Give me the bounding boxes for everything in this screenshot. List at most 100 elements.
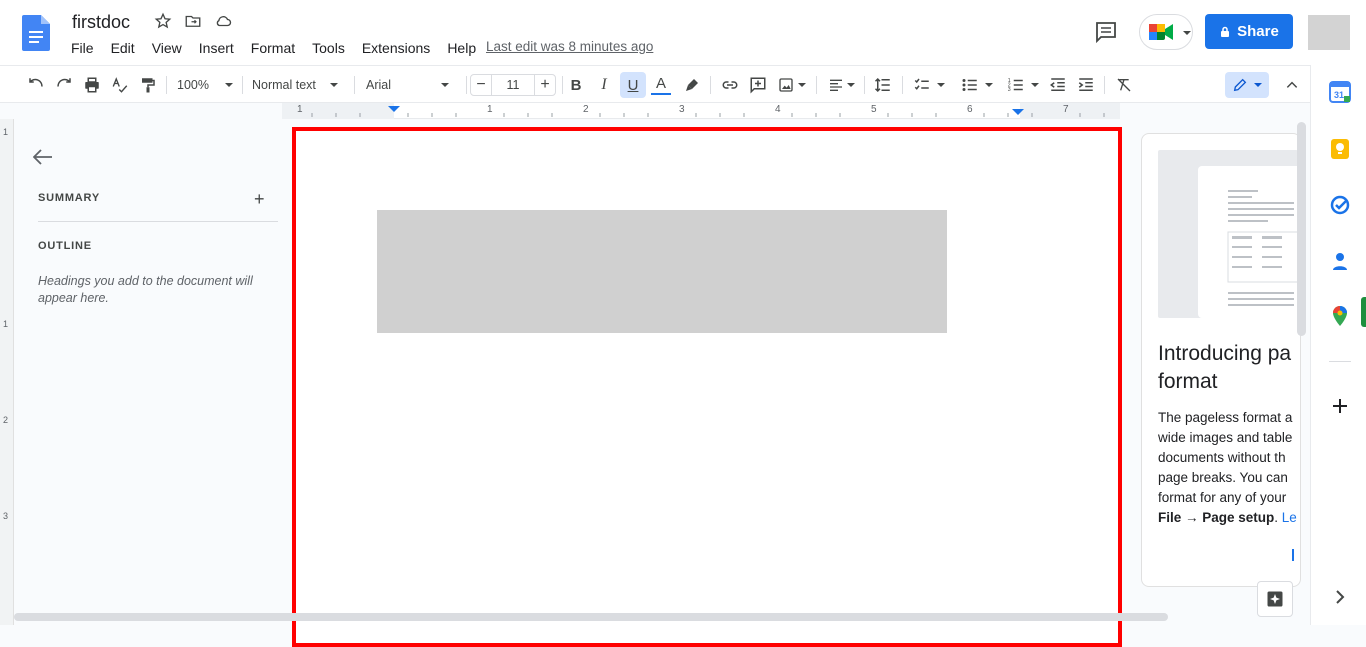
- card-body: The pageless format a wide images and ta…: [1158, 408, 1300, 528]
- cloud-saved-icon[interactable]: [214, 12, 232, 30]
- menu-view[interactable]: View: [143, 38, 190, 56]
- meet-icon: [1149, 24, 1173, 40]
- increase-indent-icon[interactable]: [1076, 75, 1096, 95]
- horizontal-scrollbar[interactable]: [14, 613, 1168, 621]
- svg-text:3: 3: [1008, 87, 1011, 93]
- ruler-label: 4: [775, 104, 781, 115]
- align-icon[interactable]: [826, 75, 856, 95]
- undo-icon[interactable]: [26, 75, 46, 95]
- spellcheck-icon[interactable]: [110, 75, 130, 95]
- clear-formatting-icon[interactable]: [1114, 75, 1134, 95]
- rail-divider: [1329, 361, 1351, 362]
- collapse-menus-icon[interactable]: [1282, 75, 1302, 95]
- insert-image-icon[interactable]: [776, 75, 808, 95]
- panel-divider: [38, 221, 278, 222]
- ruler-label: 2: [583, 104, 589, 115]
- ruler-label: 1: [297, 104, 303, 115]
- vertical-ruler[interactable]: 1 1 2 3: [0, 119, 14, 625]
- get-addons-plus-icon[interactable]: [1329, 395, 1351, 417]
- italic-icon[interactable]: I: [594, 75, 614, 95]
- menu-file[interactable]: File: [62, 38, 102, 56]
- menu-extensions[interactable]: Extensions: [353, 38, 438, 56]
- text-color-icon[interactable]: A: [650, 75, 672, 95]
- lock-icon: [1221, 26, 1230, 37]
- ruler-label: 3: [3, 511, 9, 521]
- highlight-color-icon[interactable]: [682, 75, 702, 95]
- link-icon[interactable]: [720, 75, 740, 95]
- zoom-select[interactable]: 100%: [176, 75, 234, 95]
- paint-format-icon[interactable]: [138, 75, 158, 95]
- menu-insert[interactable]: Insert: [190, 38, 242, 56]
- ruler-label: 5: [871, 104, 877, 115]
- line-spacing-icon[interactable]: [872, 75, 894, 95]
- share-button[interactable]: Share: [1205, 14, 1293, 49]
- last-edit-link[interactable]: Last edit was 8 minutes ago: [486, 39, 653, 54]
- card-link-fragment[interactable]: [1292, 549, 1294, 561]
- ruler-label: 1: [3, 127, 9, 137]
- editing-mode-button[interactable]: [1225, 72, 1269, 98]
- horizontal-ruler[interactable]: 1 1 2 3 4 5 6 7: [282, 103, 1120, 119]
- outline-heading: OUTLINE: [38, 240, 92, 252]
- chevron-down-icon: [441, 83, 450, 87]
- font-size-input[interactable]: 11: [491, 74, 535, 96]
- close-outline-arrow-icon[interactable]: [33, 149, 53, 165]
- menu-edit[interactable]: Edit: [102, 38, 143, 56]
- account-avatar[interactable]: [1308, 15, 1350, 50]
- summary-heading: SUMMARY: [38, 192, 101, 204]
- active-addon-indicator: [1361, 297, 1366, 327]
- menu-bar: File Edit View Insert Format Tools Exten…: [62, 38, 484, 56]
- style-value: Normal text: [252, 78, 316, 92]
- font-select[interactable]: Arial: [366, 75, 460, 95]
- checklist-icon[interactable]: [910, 75, 948, 95]
- star-icon[interactable]: [154, 12, 172, 30]
- maps-icon[interactable]: [1329, 305, 1351, 327]
- redo-icon[interactable]: [54, 75, 74, 95]
- decrease-font-size-button[interactable]: −: [470, 74, 492, 96]
- menu-format[interactable]: Format: [242, 38, 303, 56]
- outline-hint: Headings you add to the document will ap…: [38, 274, 253, 305]
- bulleted-list-icon[interactable]: [958, 75, 996, 95]
- menu-help[interactable]: Help: [438, 38, 484, 56]
- card-body-line: wide images and table: [1158, 430, 1293, 445]
- keep-icon[interactable]: [1329, 138, 1351, 160]
- document-title[interactable]: firstdoc: [72, 12, 130, 33]
- image-placeholder[interactable]: [377, 210, 947, 333]
- style-select[interactable]: Normal text: [252, 75, 346, 95]
- underline-icon[interactable]: U: [620, 72, 646, 98]
- increase-font-size-button[interactable]: +: [534, 74, 556, 96]
- contacts-icon[interactable]: [1329, 250, 1351, 272]
- top-bar: firstdoc File Edit View Insert Format To…: [0, 0, 1366, 65]
- svg-text:31: 31: [1334, 90, 1344, 100]
- add-comment-icon[interactable]: [748, 75, 768, 95]
- add-summary-icon[interactable]: +: [254, 189, 265, 210]
- vertical-scrollbar[interactable]: [1297, 122, 1306, 336]
- explore-button[interactable]: [1257, 581, 1293, 617]
- ruler-label: 1: [3, 319, 9, 329]
- document-page[interactable]: [292, 127, 1122, 647]
- explore-sparkle-icon: [1267, 591, 1283, 607]
- decrease-indent-icon[interactable]: [1048, 75, 1068, 95]
- menu-tools[interactable]: Tools: [303, 38, 353, 56]
- show-side-panel-chevron-icon[interactable]: [1329, 586, 1351, 608]
- bold-icon[interactable]: B: [566, 75, 586, 95]
- meet-button[interactable]: [1139, 14, 1193, 50]
- print-icon[interactable]: [82, 75, 102, 95]
- card-body-line: page breaks. You can: [1158, 470, 1288, 485]
- docs-logo-icon[interactable]: [22, 15, 50, 51]
- tasks-icon[interactable]: [1329, 194, 1351, 216]
- comment-history-icon[interactable]: [1094, 20, 1118, 44]
- numbered-list-icon[interactable]: 123: [1004, 75, 1042, 95]
- move-folder-icon[interactable]: [184, 12, 202, 30]
- ruler-ticks: [311, 106, 1105, 117]
- learn-more-link[interactable]: Le: [1282, 510, 1297, 525]
- ruler-label: 1: [487, 104, 493, 115]
- left-indent-marker-icon: [388, 106, 400, 112]
- card-body-line: documents without th: [1158, 450, 1286, 465]
- meet-dropdown-icon: [1183, 31, 1191, 35]
- card-body-tail: .: [1274, 510, 1282, 525]
- card-title-line: Introducing pa: [1158, 342, 1292, 365]
- chevron-down-icon: [224, 83, 233, 87]
- zoom-value: 100%: [177, 78, 209, 92]
- calendar-icon[interactable]: 31: [1329, 81, 1351, 103]
- formatting-toolbar: 100% Normal text Arial − 11 + B I U A 12…: [0, 65, 1310, 103]
